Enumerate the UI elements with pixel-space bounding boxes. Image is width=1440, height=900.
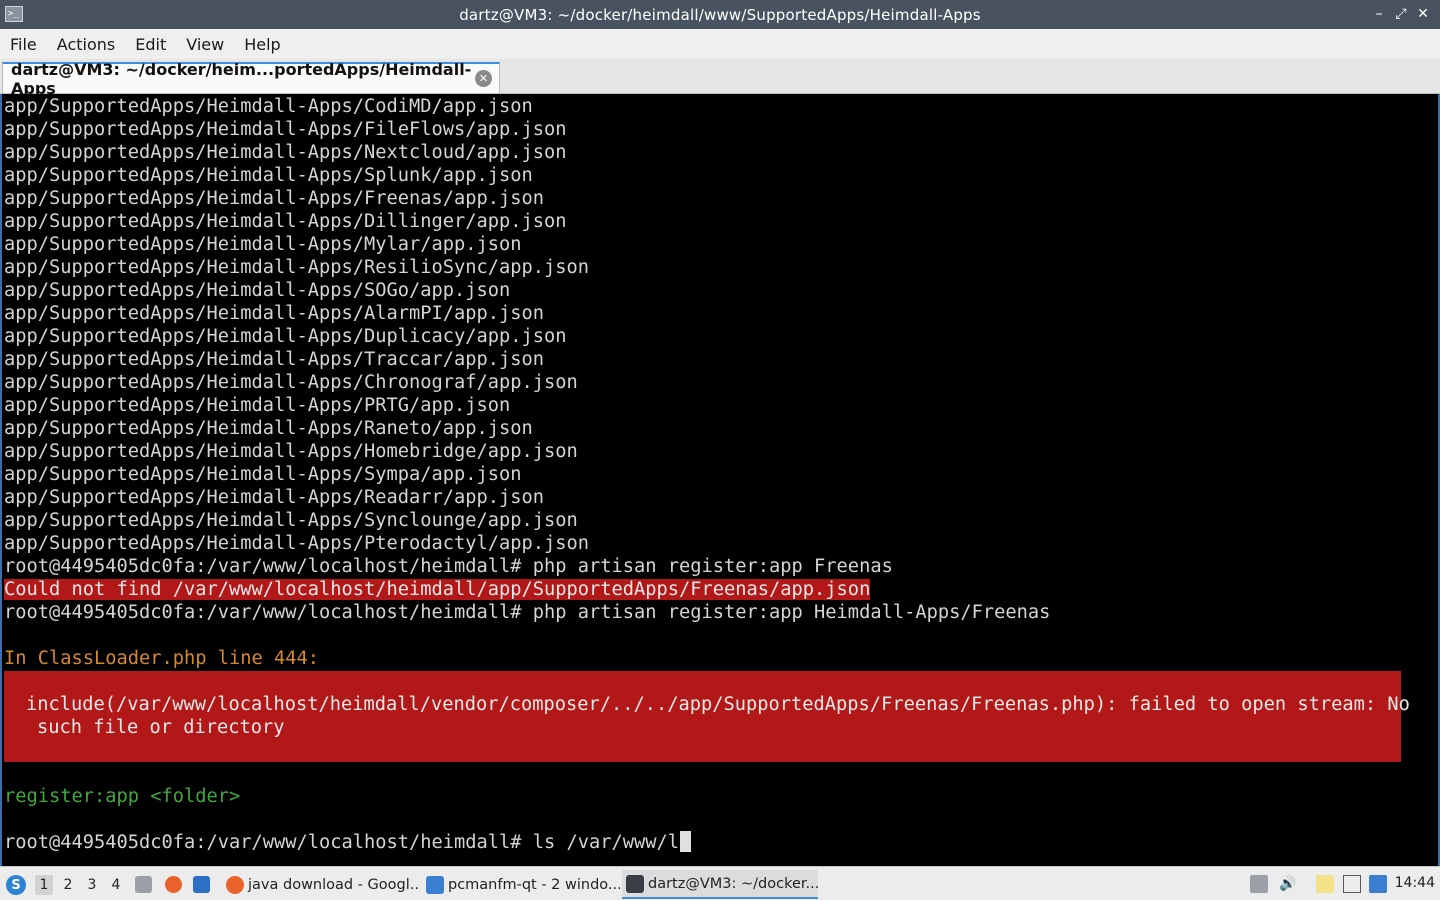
clipboard-icon[interactable]	[1316, 875, 1334, 893]
desktop-4-button[interactable]: 4	[107, 875, 125, 895]
desktop-1-button[interactable]: 1	[35, 875, 53, 895]
clock[interactable]: 14:44	[1395, 875, 1435, 891]
menu-file[interactable]: File	[0, 35, 47, 54]
minimize-button[interactable]: –	[1370, 4, 1388, 24]
file-manager-icon[interactable]	[135, 876, 152, 893]
menu-help[interactable]: Help	[234, 35, 290, 54]
terminal-icon: >_	[5, 6, 23, 22]
network-icon[interactable]	[1343, 875, 1361, 893]
terminal-line: app/SupportedApps/Heimdall-Apps/ResilioS…	[4, 257, 590, 278]
title-bar: >_ dartz@VM3: ~/docker/heimdall/www/Supp…	[0, 0, 1440, 29]
terminal-line: app/SupportedApps/Heimdall-Apps/Pterodac…	[4, 533, 590, 554]
folder-icon	[426, 875, 444, 894]
terminal-line: app/SupportedApps/Heimdall-Apps/Homebrid…	[4, 441, 578, 462]
tray-app-icon[interactable]	[1250, 875, 1268, 893]
terminal-line: app/SupportedApps/Heimdall-Apps/Nextclou…	[4, 142, 567, 163]
menu-edit[interactable]: Edit	[125, 35, 176, 54]
terminal-command-line: root@4495405dc0fa:/var/www/localhost/hei…	[4, 556, 893, 577]
start-menu-icon[interactable]: S	[6, 875, 26, 895]
terminal-line: app/SupportedApps/Heimdall-Apps/Mylar/ap…	[4, 234, 522, 255]
terminal-line: app/SupportedApps/Heimdall-Apps/Raneto/a…	[4, 418, 533, 439]
usage-line: register:app <folder>	[4, 786, 241, 807]
tab-bar: dartz@VM3: ~/docker/heim...portedApps/He…	[0, 59, 1440, 98]
menu-bar: File Actions Edit View Help	[0, 29, 1440, 59]
text-cursor	[680, 831, 692, 852]
terminal-line: app/SupportedApps/Heimdall-Apps/Freenas/…	[4, 188, 545, 209]
terminal-line: app/SupportedApps/Heimdall-Apps/CodiMD/a…	[4, 96, 533, 117]
terminal-line: app/SupportedApps/Heimdall-Apps/SOGo/app…	[4, 280, 511, 301]
desktop-2-button[interactable]: 2	[59, 875, 77, 895]
terminal-line: app/SupportedApps/Heimdall-Apps/Chronogr…	[4, 372, 578, 393]
task-firefox[interactable]: java download - Googl...	[222, 870, 420, 899]
terminal-line: app/SupportedApps/Heimdall-Apps/PRTG/app…	[4, 395, 511, 416]
terminal-output[interactable]: app/SupportedApps/Heimdall-Apps/CodiMD/a…	[0, 94, 1440, 866]
task-file-manager[interactable]: pcmanfm-qt - 2 windo...	[422, 870, 620, 899]
terminal-line: app/SupportedApps/Heimdall-Apps/Splunk/a…	[4, 165, 533, 186]
window-controls: – ⤢ ✕	[1370, 4, 1432, 24]
close-button[interactable]: ✕	[1414, 4, 1432, 24]
firefox-icon	[226, 875, 244, 894]
maximize-button[interactable]: ⤢	[1392, 4, 1410, 24]
task-label: pcmanfm-qt - 2 windo...	[448, 876, 620, 893]
window-title: dartz@VM3: ~/docker/heimdall/www/Support…	[459, 5, 981, 24]
menu-view[interactable]: View	[176, 35, 234, 54]
terminal-line: app/SupportedApps/Heimdall-Apps/AlarmPI/…	[4, 303, 545, 324]
exception-box: include(/var/www/localhost/heimdall/vend…	[4, 671, 1410, 762]
current-prompt-line[interactable]: root@4495405dc0fa:/var/www/localhost/hei…	[4, 831, 692, 854]
updates-icon[interactable]	[1369, 875, 1387, 893]
tab-label: dartz@VM3: ~/docker/heim...portedApps/He…	[11, 59, 472, 98]
terminal-error-line: Could not find /var/www/localhost/heimda…	[4, 578, 871, 601]
not-found-error: Could not find /var/www/localhost/heimda…	[4, 579, 871, 600]
terminal-line: app/SupportedApps/Heimdall-Apps/Sympa/ap…	[4, 464, 522, 485]
task-label: dartz@VM3: ~/docker...	[648, 875, 818, 892]
exception-message-line-2: such file or directory	[37, 717, 285, 738]
terminal-line: app/SupportedApps/Heimdall-Apps/Traccar/…	[4, 349, 545, 370]
taskbar: S 1 2 3 4 java download - Googl... pcman…	[0, 866, 1440, 900]
desktop-3-button[interactable]: 3	[83, 875, 101, 895]
task-terminal[interactable]: dartz@VM3: ~/docker...	[622, 870, 818, 899]
terminal-command-line: root@4495405dc0fa:/var/www/localhost/hei…	[4, 602, 1051, 623]
menu-actions[interactable]: Actions	[47, 35, 125, 54]
firefox-icon[interactable]	[165, 876, 182, 893]
tab-terminal[interactable]: dartz@VM3: ~/docker/heim...portedApps/He…	[2, 60, 500, 98]
exception-message-line-1: include(/var/www/localhost/heimdall/vend…	[26, 694, 1410, 715]
terminal-line: app/SupportedApps/Heimdall-Apps/Syncloun…	[4, 510, 578, 531]
terminal-line: app/SupportedApps/Heimdall-Apps/FileFlow…	[4, 119, 567, 140]
close-icon[interactable]: ✕	[475, 70, 492, 87]
terminal-line: app/SupportedApps/Heimdall-Apps/Dillinge…	[4, 211, 567, 232]
terminal-line: app/SupportedApps/Heimdall-Apps/Duplicac…	[4, 326, 567, 347]
current-prompt: root@4495405dc0fa:/var/www/localhost/hei…	[4, 832, 680, 853]
show-desktop-icon[interactable]	[193, 876, 210, 893]
volume-icon[interactable]: 🔊	[1279, 875, 1297, 893]
exception-location: In ClassLoader.php line 444:	[4, 648, 320, 669]
terminal-line: app/SupportedApps/Heimdall-Apps/Readarr/…	[4, 487, 545, 508]
terminal-icon	[626, 874, 644, 893]
task-label: java download - Googl...	[248, 876, 420, 893]
